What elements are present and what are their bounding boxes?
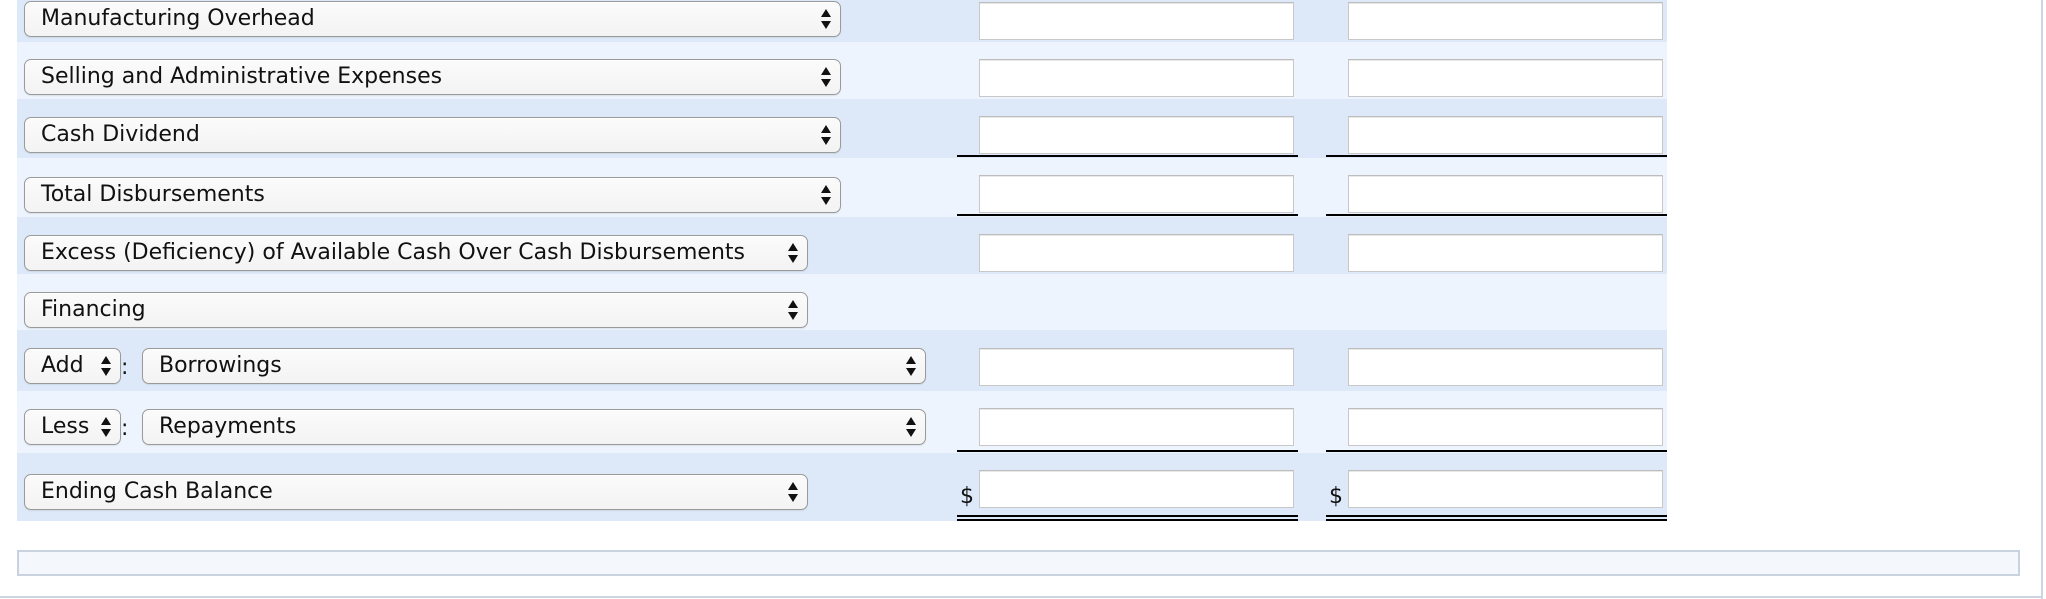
separator: :: [121, 416, 129, 441]
currency-symbol: $: [1329, 484, 1343, 509]
amount-input-col2[interactable]: [1348, 59, 1663, 97]
amount-input-col1[interactable]: [979, 116, 1294, 154]
frame-border: [2041, 0, 2043, 599]
amount-input-col2[interactable]: [1348, 234, 1663, 272]
select-value: Cash Dividend: [41, 122, 200, 147]
up-down-arrows-icon: [905, 354, 917, 378]
line-item-select[interactable]: Cash Dividend: [24, 117, 841, 153]
row-manufacturing-overhead: Manufacturing Overhead: [17, 0, 1667, 42]
amount-input-col2[interactable]: [1348, 175, 1663, 213]
separator: :: [121, 355, 129, 380]
footer-bar: [17, 550, 2020, 576]
subtotal-underline: [957, 155, 1298, 157]
total-double-underline: [957, 515, 1298, 521]
line-item-select[interactable]: Total Disbursements: [24, 177, 841, 213]
select-value: Financing: [41, 297, 146, 322]
row-repayments: Less : Repayments: [17, 391, 1667, 453]
subtotal-underline: [1326, 214, 1667, 216]
amount-input-col2[interactable]: [1348, 470, 1663, 508]
select-value: Repayments: [159, 414, 297, 439]
line-item-select[interactable]: Manufacturing Overhead: [24, 1, 841, 37]
row-financing: Financing: [17, 274, 1667, 330]
up-down-arrows-icon: [820, 7, 832, 31]
up-down-arrows-icon: [820, 183, 832, 207]
subtotal-underline: [1326, 155, 1667, 157]
subtotal-underline: [957, 450, 1298, 452]
subtotal-underline: [1326, 450, 1667, 452]
row-ending-cash-balance: Ending Cash Balance $ $: [17, 453, 1667, 521]
row-cash-dividend: Cash Dividend: [17, 99, 1667, 158]
amount-input-col1[interactable]: [979, 59, 1294, 97]
subtotal-underline: [957, 214, 1298, 216]
currency-symbol: $: [960, 484, 974, 509]
up-down-arrows-icon: [820, 65, 832, 89]
row-excess-deficiency: Excess (Deficiency) of Available Cash Ov…: [17, 217, 1667, 274]
amount-input-col2[interactable]: [1348, 408, 1663, 446]
up-down-arrows-icon: [820, 123, 832, 147]
section-select[interactable]: Financing: [24, 292, 808, 328]
select-value: Excess (Deficiency) of Available Cash Ov…: [41, 240, 745, 265]
amount-input-col1[interactable]: [979, 470, 1294, 508]
select-value: Borrowings: [159, 353, 282, 378]
amount-input-col1[interactable]: [979, 175, 1294, 213]
amount-input-col2[interactable]: [1348, 116, 1663, 154]
operator-select[interactable]: Add: [24, 348, 121, 384]
select-value: Manufacturing Overhead: [41, 6, 315, 31]
line-item-select[interactable]: Excess (Deficiency) of Available Cash Ov…: [24, 235, 808, 271]
amount-input-col1[interactable]: [979, 234, 1294, 272]
select-value: Less: [41, 414, 90, 439]
line-item-select[interactable]: Selling and Administrative Expenses: [24, 59, 841, 95]
up-down-arrows-icon: [787, 298, 799, 322]
row-selling-admin-expenses: Selling and Administrative Expenses: [17, 42, 1667, 99]
up-down-arrows-icon: [100, 354, 112, 378]
up-down-arrows-icon: [787, 480, 799, 504]
amount-input-col1[interactable]: [979, 408, 1294, 446]
line-item-select[interactable]: Borrowings: [142, 348, 926, 384]
select-value: Selling and Administrative Expenses: [41, 64, 443, 89]
row-borrowings: Add : Borrowings: [17, 330, 1667, 391]
line-item-select[interactable]: Ending Cash Balance: [24, 474, 808, 510]
amount-input-col1[interactable]: [979, 2, 1294, 40]
up-down-arrows-icon: [787, 241, 799, 265]
amount-input-col2[interactable]: [1348, 348, 1663, 386]
operator-select[interactable]: Less: [24, 409, 121, 445]
total-double-underline: [1326, 515, 1667, 521]
amount-input-col1[interactable]: [979, 348, 1294, 386]
select-value: Ending Cash Balance: [41, 479, 273, 504]
amount-input-col2[interactable]: [1348, 2, 1663, 40]
select-value: Total Disbursements: [41, 182, 265, 207]
select-value: Add: [41, 353, 84, 378]
frame-border: [0, 596, 2043, 598]
row-total-disbursements: Total Disbursements: [17, 158, 1667, 217]
up-down-arrows-icon: [905, 415, 917, 439]
line-item-select[interactable]: Repayments: [142, 409, 926, 445]
up-down-arrows-icon: [100, 415, 112, 439]
